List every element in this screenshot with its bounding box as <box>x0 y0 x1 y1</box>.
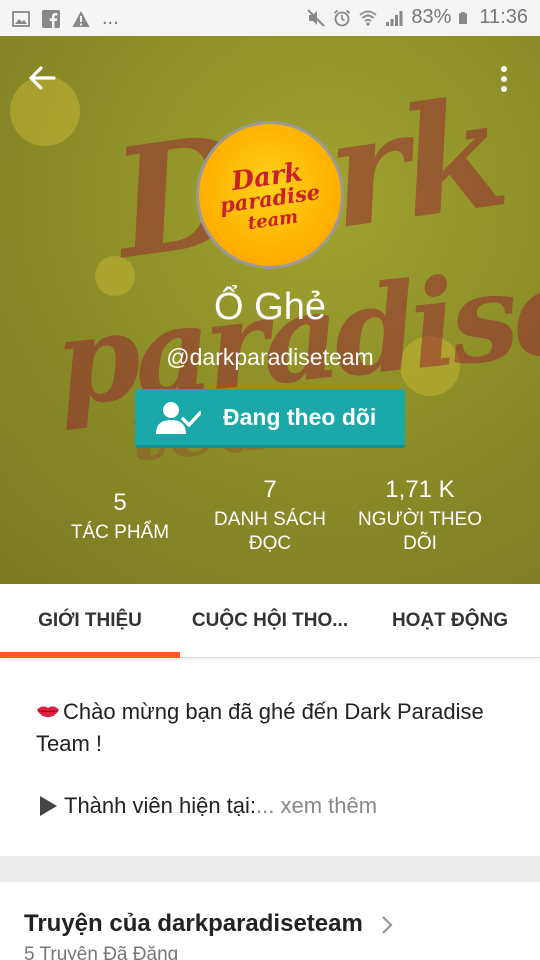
warning-icon <box>72 10 90 27</box>
mute-icon <box>307 8 326 27</box>
tab-about[interactable]: GIỚI THIỆU <box>0 584 180 658</box>
wifi-icon <box>359 10 377 26</box>
stories-title[interactable]: Truyện của darkparadiseteam <box>24 910 363 938</box>
about-members: Thành viên hiện tại:... xem thêm <box>36 790 377 822</box>
image-icon <box>12 10 30 27</box>
tab-conversations[interactable]: CUỘC HỘI THO... <box>180 584 360 658</box>
following-label: Đang theo dõi <box>223 404 377 430</box>
clock: 11:36 <box>479 6 528 28</box>
following-button[interactable]: Đang theo dõi <box>135 389 405 448</box>
stories-count: 5 Truyện Đã Đăng <box>24 944 179 960</box>
stat-reading-lists[interactable]: 7 DANH SÁCH ĐỌC <box>190 476 350 556</box>
active-tab-indicator <box>0 652 180 658</box>
signal-icon <box>386 10 403 26</box>
profile-header: Dark paradise team Dark paradise team Ổ … <box>0 36 540 584</box>
profile-handle: @darkparadiseteam <box>166 344 374 370</box>
see-more-link[interactable]: ... xem thêm <box>256 793 377 818</box>
notification-dots: ... <box>102 7 119 29</box>
avatar[interactable]: Dark paradise team <box>196 121 344 269</box>
chevron-right-icon[interactable] <box>380 915 394 935</box>
more-vertical-icon[interactable] <box>492 64 516 94</box>
avatar-logo: Dark paradise team <box>218 157 322 235</box>
back-arrow-icon[interactable] <box>26 62 58 94</box>
section-divider <box>0 856 540 882</box>
about-welcome: Chào mừng bạn đã ghé đến Dark Paradise T… <box>36 699 484 756</box>
stat-followers[interactable]: 1,71 K NGƯỜI THEO DÕI <box>350 476 490 556</box>
profile-name: Ổ Ghẻ <box>214 286 326 328</box>
tab-activity[interactable]: HOẠT ĐỘNG <box>360 584 540 658</box>
profile-tabs: GIỚI THIỆU CUỘC HỘI THO... HOẠT ĐỘNG <box>0 584 540 658</box>
status-bar: ... 83% 11:36 <box>0 0 540 36</box>
facebook-icon <box>42 9 60 28</box>
stories-section[interactable]: Truyện của darkparadiseteam 5 Truyện Đã … <box>0 882 540 960</box>
stat-works[interactable]: 5 TÁC PHẨM <box>50 489 190 545</box>
alarm-icon <box>334 9 351 26</box>
play-triangle-icon <box>40 796 57 816</box>
kiss-lips-icon <box>37 706 59 718</box>
battery-icon <box>459 11 468 24</box>
battery-percent: 83% <box>411 6 452 28</box>
user-check-icon <box>156 402 201 434</box>
about-section: Chào mừng bạn đã ghé đến Dark Paradise T… <box>0 660 540 856</box>
